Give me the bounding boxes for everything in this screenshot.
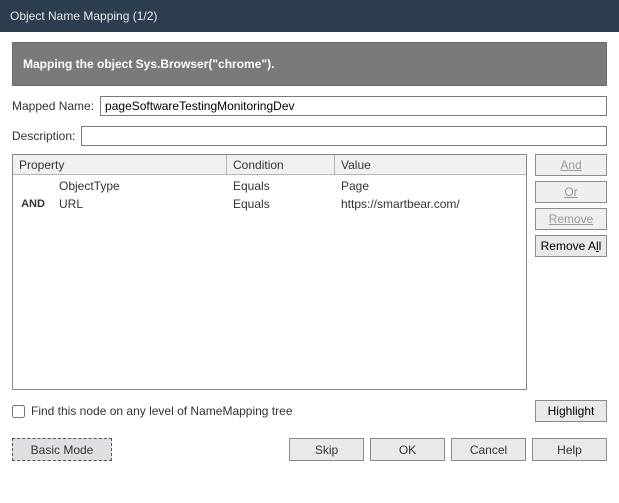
ok-button[interactable]: OK [370,438,445,461]
basic-mode-pre: B [31,443,39,457]
remove-all-pre: Remove A [541,239,596,253]
cancel-label: Cancel [470,443,507,457]
table-row[interactable]: AND URL Equals https://smartbear.com/ [13,195,526,213]
criteria-area: Property Condition Value ObjectType Equa… [12,154,607,390]
help-button[interactable]: Help [532,438,607,461]
skip-button[interactable]: Skip [289,438,364,461]
header-property[interactable]: Property [13,155,227,174]
and-button: And [535,154,607,176]
bottom-bar: Basic Mode Skip OK Cancel Help [12,438,607,461]
basic-mode-post: sic Mode [45,443,93,457]
highlight-label: Highlight [548,404,595,418]
help-u: H [557,443,566,457]
remove-all-post: l [599,239,602,253]
mapped-name-label: Mapped Name: [12,99,94,113]
row-property: ObjectType [53,179,227,193]
help-post: elp [566,443,582,457]
row-value: https://smartbear.com/ [335,197,526,211]
dialog-content: Mapping the object Sys.Browser("chrome")… [0,32,619,471]
row-operator: AND [13,198,53,210]
criteria-grid: Property Condition Value ObjectType Equa… [12,154,527,390]
header-value[interactable]: Value [335,155,526,174]
row-value: Page [335,179,526,193]
grid-body: ObjectType Equals Page AND URL Equals ht… [13,175,526,389]
skip-post: kip [323,443,338,457]
find-node-label[interactable]: Find this node on any level of NameMappi… [31,404,529,418]
basic-mode-button[interactable]: Basic Mode [12,438,112,461]
row-condition: Equals [227,179,335,193]
table-row[interactable]: ObjectType Equals Page [13,177,526,195]
highlight-button[interactable]: Highlight [535,400,607,422]
find-node-row: Find this node on any level of NameMappi… [12,400,607,422]
header-condition[interactable]: Condition [227,155,335,174]
and-label: And [560,158,581,172]
remove-all-button[interactable]: Remove All [535,235,607,257]
skip-u: S [315,443,323,457]
or-button: Or [535,181,607,203]
side-buttons: And Or Remove Remove All [535,154,607,390]
description-input[interactable] [81,126,607,146]
grid-header: Property Condition Value [13,155,526,175]
mapped-name-row: Mapped Name: [12,96,607,116]
find-node-checkbox[interactable] [12,405,25,418]
title-bar: Object Name Mapping (1/2) [0,0,619,32]
row-condition: Equals [227,197,335,211]
remove-button: Remove [535,208,607,230]
or-label: Or [564,185,577,199]
cancel-button[interactable]: Cancel [451,438,526,461]
mapped-name-input[interactable] [100,96,607,116]
description-row: Description: [12,126,607,146]
basic-mode-u: a [39,443,46,457]
description-label: Description: [12,129,75,143]
window-title: Object Name Mapping (1/2) [10,9,157,23]
banner-text: Mapping the object Sys.Browser("chrome")… [23,57,274,71]
row-property: URL [53,197,227,211]
remove-label: Remove [549,212,594,226]
ok-label: OK [399,443,416,457]
mapping-banner: Mapping the object Sys.Browser("chrome")… [12,42,607,86]
